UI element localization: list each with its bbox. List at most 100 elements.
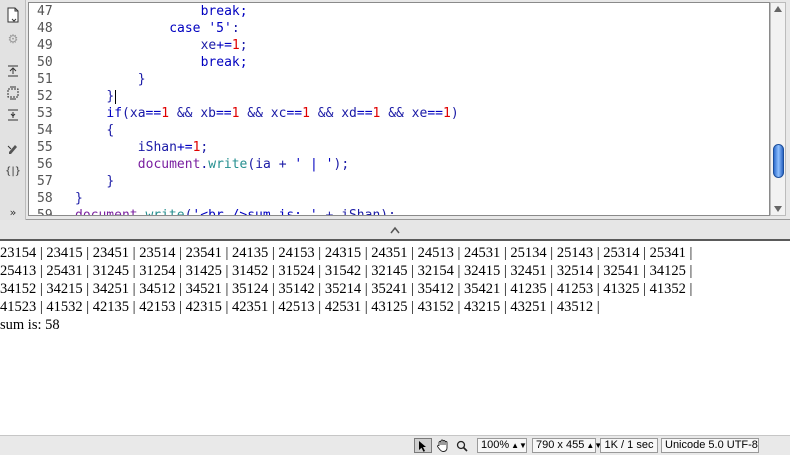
zoom-select[interactable]: 100% ▲▼ [477,438,527,453]
code-token: == [286,106,303,121]
code-line[interactable]: break; [201,3,248,20]
line-number: 48 [37,21,53,36]
code-vertical-scrollbar[interactable] [770,2,786,216]
document-encoding: Unicode 5.0 UTF-8 [661,438,759,453]
code-view[interactable]: 47 48 49 50 51 52 53 54 55 56 57 58 59 break; case '5… [28,2,770,216]
line-number: 54 [37,123,53,138]
splitter-up-arrow-icon[interactable] [390,226,400,234]
code-token: && xb [169,106,216,121]
code-line[interactable]: xe+=1; [201,37,248,54]
output-line: 25413 | 25431 | 31245 | 31254 | 31425 | … [0,263,693,279]
code-line[interactable]: } [75,190,83,207]
output-sum-line: sum is: 58 [0,317,60,333]
expand-all-icon[interactable] [4,106,22,124]
line-number: 59 [37,208,53,216]
scrollbar-thumb[interactable] [773,144,784,178]
code-token: == [356,106,373,121]
code-token: && xd [309,106,357,121]
pane-splitter[interactable] [0,220,790,241]
hand-tool-icon[interactable] [435,438,451,453]
wrap-tag-icon[interactable]: {|} [4,162,22,180]
code-token: 1 [231,38,240,53]
scroll-up-arrow-icon[interactable] [774,6,782,12]
code-token: 1 [443,106,451,121]
code-token: == [145,106,162,121]
code-token: += [216,38,232,53]
code-token: '<br />sum is: ' [192,208,318,216]
code-token: == [427,106,443,121]
code-token: += [176,140,193,155]
code-token: + iShan); [317,208,396,216]
code-token: } [106,174,115,189]
code-line[interactable]: document.write('<br />sum is: ' + iShan)… [75,207,396,216]
zoom-value: 100% [481,439,510,451]
line-number: 57 [37,174,53,189]
line-number: 50 [37,55,53,70]
line-number: 56 [37,157,53,172]
code-line[interactable]: document.write(ia + ' | '); [138,156,349,173]
code-token: break; [200,55,248,70]
window-size-select[interactable]: 790 x 455 ▲▼ [532,438,602,453]
code-token: ); [333,157,350,172]
code-line[interactable]: break; [201,54,248,71]
code-line[interactable]: { [106,122,114,139]
line-number: 52 [37,89,53,104]
line-number-gutter: 47 48 49 50 51 52 53 54 55 56 57 58 59 [29,3,65,215]
code-token: break; [200,4,248,19]
code-line[interactable]: } [106,88,117,105]
output-text: 23154 | 23415 | 23451 | 23514 | 23541 | … [0,244,782,334]
code-token: write [145,208,185,216]
code-token: iShan [137,140,177,155]
output-line: 23154 | 23415 | 23451 | 23514 | 23541 | … [0,245,693,261]
download-size-time: 1K / 1 sec [600,438,658,453]
coding-toolbar: ⚙ {|} » [0,0,26,220]
code-token: && xc [239,106,287,121]
code-token: 1 [161,106,170,121]
updown-icon: ▲▼ [511,441,527,450]
line-number: 47 [37,4,53,19]
code-token: write [208,157,248,172]
pointer-tool-icon[interactable] [414,438,432,453]
code-token: (xa [122,106,146,121]
code-token: (ia + [247,157,295,172]
code-line[interactable]: } [106,173,114,190]
code-token: 1 [302,106,310,121]
code-token: xe [200,38,217,53]
code-editor-pane: ⚙ {|} » 47 48 49 50 51 52 53 54 55 56 57 58 59 break… [0,0,790,220]
line-number: 51 [37,72,53,87]
window-size-value: 790 x 455 [536,439,585,451]
gear-icon[interactable]: ⚙ [4,30,22,48]
expand-selection-icon[interactable] [4,62,22,80]
zoom-tool-icon[interactable] [455,438,469,453]
line-number: 49 [37,38,53,53]
code-token: ; [200,140,209,155]
line-number: 53 [37,106,53,121]
code-token: && xe [380,106,428,121]
apply-comment-icon[interactable] [4,140,22,158]
code-token: ) [450,106,459,121]
code-token: : [231,21,240,36]
scroll-down-arrow-icon[interactable] [774,206,782,212]
more-tools-icon[interactable]: » [4,206,22,219]
collapse-selection-icon[interactable] [4,84,22,102]
code-line[interactable]: iShan+=1; [138,139,208,156]
file-options-icon[interactable] [4,6,22,24]
code-token: ' | ' [294,157,334,172]
text-caret [115,89,117,104]
code-token: == [215,106,232,121]
line-number: 58 [37,191,53,206]
code-token: } [75,191,83,206]
code-token: ; [239,38,248,53]
code-line[interactable]: if(xa==1 && xb==1 && xc==1 && xd==1 && x… [106,105,458,122]
code-token: document [137,157,201,172]
output-line: 41523 | 41532 | 42135 | 42153 | 42315 | … [0,299,600,315]
output-line: 34152 | 34215 | 34251 | 34512 | 34521 | … [0,281,693,297]
code-line[interactable]: } [138,71,146,88]
code-token: } [137,72,146,87]
code-token: if [106,106,123,121]
code-token: } [106,89,115,104]
code-line[interactable]: case '5': [169,20,239,37]
code-lines[interactable]: break; case '5': xe+=1; break;}} if(xa==1 &&… [75,3,765,215]
code-token: case '5' [169,21,232,36]
line-number: 55 [37,140,53,155]
